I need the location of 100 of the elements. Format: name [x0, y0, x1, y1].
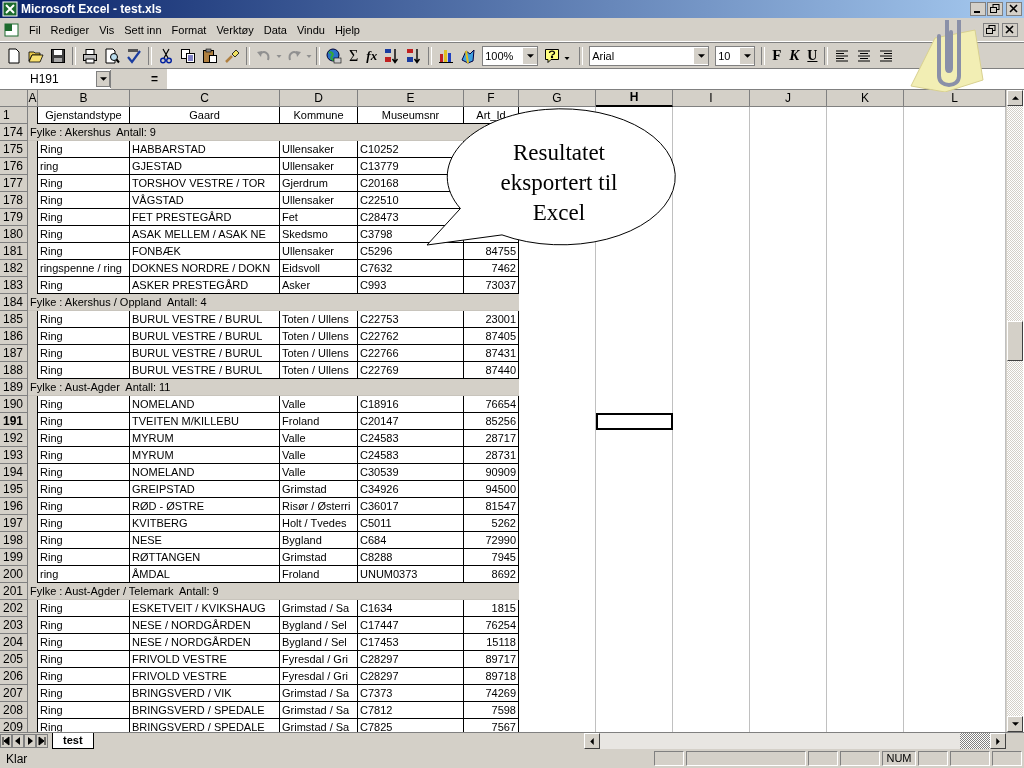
column-header[interactable]: G	[519, 90, 596, 107]
row-header[interactable]: 187	[0, 345, 28, 362]
dropdown-arrow-icon[interactable]	[526, 53, 534, 58]
row-header[interactable]: 182	[0, 260, 28, 277]
minimize-icon[interactable]	[970, 2, 986, 16]
row-header[interactable]: 184	[0, 294, 28, 311]
scroll-right-icon[interactable]	[996, 737, 1000, 745]
column-header[interactable]: E	[358, 90, 464, 107]
row-header[interactable]: 178	[0, 192, 28, 209]
table-cell: Valle	[280, 430, 358, 447]
column-header[interactable]: I	[673, 90, 750, 107]
row-header[interactable]: 192	[0, 430, 28, 447]
row-header[interactable]: 176	[0, 158, 28, 175]
row-header[interactable]: 180	[0, 226, 28, 243]
row-header[interactable]: 174	[0, 124, 28, 141]
row-header[interactable]: 190	[0, 396, 28, 413]
autosum-button[interactable]: Σ	[345, 44, 363, 67]
scroll-thumb[interactable]	[960, 733, 990, 749]
table-cell: BURUL VESTRE / BURUL	[130, 311, 280, 328]
row-header[interactable]: 208	[0, 702, 28, 719]
row-header[interactable]: 179	[0, 209, 28, 226]
menu-item[interactable]: Sett inn	[119, 21, 167, 38]
sheet-tab[interactable]: test	[52, 733, 94, 749]
table-cell: Ring	[38, 311, 130, 328]
selected-cell[interactable]	[596, 413, 673, 430]
workbook-icon[interactable]	[4, 21, 20, 38]
next-sheet-icon[interactable]	[24, 734, 36, 748]
row-header[interactable]: 183	[0, 277, 28, 294]
menu-item[interactable]: Verktøy	[211, 21, 259, 38]
row-header[interactable]: 200	[0, 566, 28, 583]
column-header[interactable]: J	[750, 90, 827, 107]
scroll-thumb[interactable]	[1007, 321, 1023, 361]
close-icon[interactable]	[1006, 2, 1022, 16]
first-sheet-icon[interactable]	[0, 734, 12, 748]
insert-function-button[interactable]: fx	[362, 44, 382, 67]
row-header[interactable]: 201	[0, 583, 28, 600]
restore-icon[interactable]	[983, 22, 999, 37]
row-header[interactable]: 188	[0, 362, 28, 379]
table-cell: 73037	[464, 277, 519, 294]
row-header[interactable]: 177	[0, 175, 28, 192]
select-all-corner[interactable]	[0, 90, 28, 107]
menu-item[interactable]: Data	[258, 21, 292, 38]
menu-item[interactable]: Fil	[24, 21, 46, 38]
column-header[interactable]: C	[130, 90, 280, 107]
column-header[interactable]: B	[38, 90, 130, 107]
table-cell: FONBÆK	[130, 243, 280, 260]
row-header[interactable]: 206	[0, 668, 28, 685]
row-header[interactable]: 199	[0, 549, 28, 566]
menu-item[interactable]: Vindu	[291, 21, 330, 38]
vertical-scrollbar[interactable]	[1006, 90, 1023, 732]
row-header[interactable]: 196	[0, 498, 28, 515]
row-header[interactable]: 185	[0, 311, 28, 328]
close-icon[interactable]	[1002, 22, 1018, 37]
scroll-left-icon[interactable]	[589, 737, 594, 745]
zoom-dropdown[interactable]: 100%	[482, 45, 539, 66]
row-header[interactable]: 191	[0, 413, 28, 430]
underline-button[interactable]: U	[803, 44, 822, 67]
row-header[interactable]: 204	[0, 634, 28, 651]
column-header[interactable]: K	[827, 90, 904, 107]
dropdown-arrow-icon[interactable]	[697, 53, 705, 58]
row-header[interactable]: 1	[0, 107, 28, 124]
last-sheet-icon[interactable]	[36, 734, 48, 748]
restore-icon[interactable]	[987, 2, 1003, 16]
previous-sheet-icon[interactable]	[12, 734, 24, 748]
row-header[interactable]: 175	[0, 141, 28, 158]
table-cell: GREIPSTAD	[130, 481, 280, 498]
table-cell: FET PRESTEGÅRD	[130, 209, 280, 226]
row-header[interactable]: 186	[0, 328, 28, 345]
font-size-dropdown[interactable]: 10	[715, 45, 756, 66]
menu-item[interactable]: Hjelp	[329, 21, 365, 38]
row-header[interactable]: 189	[0, 379, 28, 396]
menu-item[interactable]: Vis	[94, 21, 120, 38]
column-header[interactable]: D	[280, 90, 358, 107]
row-header[interactable]: 197	[0, 515, 28, 532]
column-header[interactable]: H	[596, 90, 673, 107]
row-header[interactable]: 181	[0, 243, 28, 260]
bold-button[interactable]: F	[768, 44, 786, 67]
table-cell: C22766	[358, 345, 464, 362]
scroll-up-icon[interactable]	[1011, 96, 1019, 100]
font-dropdown[interactable]: Arial	[589, 45, 710, 66]
column-header[interactable]: L	[904, 90, 1006, 107]
row-header[interactable]: 207	[0, 685, 28, 702]
scroll-down-icon[interactable]	[1011, 722, 1019, 726]
table-cell: NESE / NORDGÅRDEN	[130, 617, 280, 634]
italic-button[interactable]: K	[785, 44, 804, 67]
table-cell: 89717	[464, 651, 519, 668]
menu-item[interactable]: Rediger	[45, 21, 95, 38]
column-header[interactable]: F	[464, 90, 519, 107]
row-header[interactable]: 193	[0, 447, 28, 464]
row-header[interactable]: 194	[0, 464, 28, 481]
row-header[interactable]: 209	[0, 719, 28, 732]
row-header[interactable]: 205	[0, 651, 28, 668]
dropdown-arrow-icon[interactable]	[743, 53, 751, 58]
row-header[interactable]: 202	[0, 600, 28, 617]
dropdown-arrow-icon[interactable]	[99, 77, 107, 81]
row-header[interactable]: 198	[0, 532, 28, 549]
menu-item[interactable]: Format	[166, 21, 212, 38]
row-header[interactable]: 195	[0, 481, 28, 498]
row-header[interactable]: 203	[0, 617, 28, 634]
horizontal-scrollbar[interactable]	[583, 733, 1006, 749]
